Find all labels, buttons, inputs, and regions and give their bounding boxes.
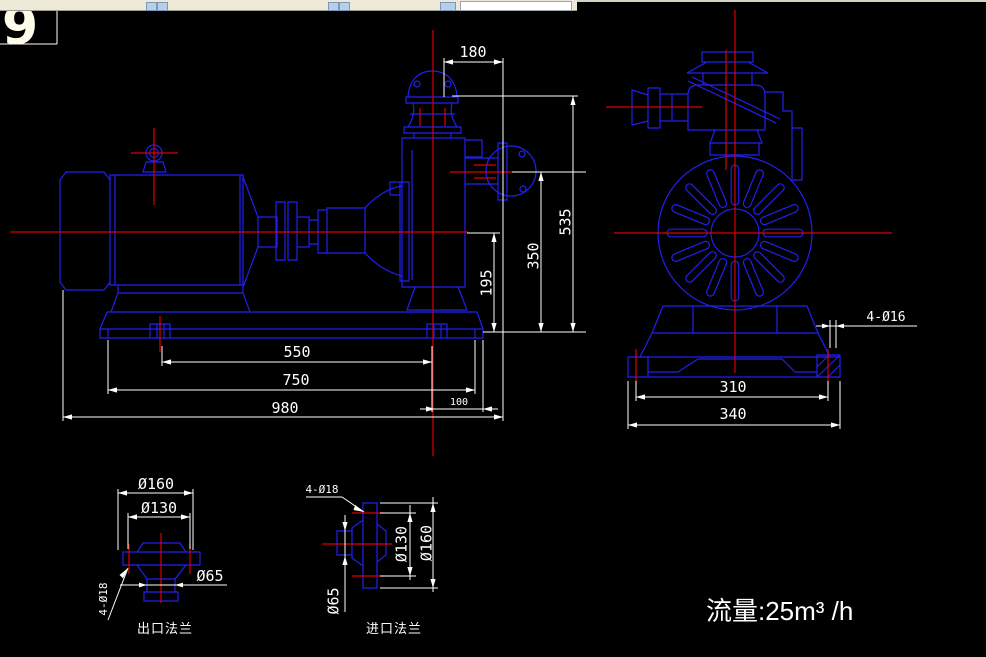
outlet-bolt-right — [445, 81, 451, 87]
toolbar-button-fragment[interactable] — [157, 2, 168, 11]
fan-vent-slot — [705, 169, 727, 209]
front-view-dimension-lines — [628, 320, 917, 429]
fan-vent-slot — [752, 250, 786, 284]
dim-980: 980 — [271, 399, 298, 417]
fan-vent-slot — [684, 250, 718, 284]
side-view-geometry — [60, 71, 507, 338]
fan-vent-slot — [742, 169, 764, 209]
fan-vent-slot — [671, 203, 711, 225]
fan-vent-slot — [671, 240, 711, 262]
fan-vent-slot — [759, 240, 799, 262]
front-view-centerlines — [606, 10, 892, 381]
cad-viewport: 9 180 550 750 980 100 195 350 535 — [0, 0, 986, 657]
side-view-dimension-arrows — [63, 59, 576, 419]
pump-specs: 流量:25m³ /h 扬程:32m 电机功率： 5. 5kW-2P 电机转速： … — [706, 516, 964, 657]
side-view-centerlines — [10, 30, 512, 456]
dim-350: 350 — [525, 242, 543, 269]
inlet-dim-bc: Ø130 — [393, 526, 411, 562]
inlet-flange-caption: 进口法兰 — [366, 621, 422, 636]
dim-535: 535 — [557, 208, 575, 235]
dim-195: 195 — [478, 269, 496, 296]
fan-vent-slot — [705, 257, 727, 297]
inlet-bolt-bottom — [520, 186, 526, 192]
inlet-dim-od: Ø160 — [418, 525, 436, 561]
fan-vent-slot — [684, 182, 718, 216]
outlet-dim-bc: Ø130 — [141, 499, 177, 517]
outlet-flange-caption: 出口法兰 — [137, 621, 193, 636]
dim-340: 340 — [719, 405, 746, 423]
outlet-dim-holes: 4-Ø18 — [97, 582, 110, 615]
fan-vent-slot — [752, 182, 786, 216]
fan-vent-slot — [742, 257, 764, 297]
front-view: 310 340 4-Ø16 — [606, 10, 917, 429]
inlet-bolt-top — [519, 151, 525, 157]
dim-750: 750 — [282, 371, 309, 389]
spec-flow-rate: 流量:25m³ /h — [706, 592, 964, 630]
inlet-flange-centerlines — [322, 513, 392, 576]
outlet-dim-od: Ø160 — [138, 475, 174, 493]
inlet-dim-holes: 4-Ø18 — [305, 483, 338, 496]
outlet-flange-detail: Ø160 Ø130 Ø65 4-Ø18 出口法兰 — [97, 475, 227, 636]
dim-310: 310 — [719, 378, 746, 396]
inlet-flange-disc — [486, 146, 536, 196]
inlet-flange-geometry — [337, 503, 386, 588]
side-view: 180 550 750 980 100 195 350 535 — [0, 10, 586, 456]
dim-foot-holes: 4-Ø16 — [866, 310, 905, 325]
inlet-flange-detail: 4-Ø18 Ø130 Ø160 Ø65 进口法兰 — [305, 483, 438, 636]
toolbar-input-fragment[interactable] — [460, 1, 572, 11]
toolbar-button-fragment[interactable] — [146, 2, 157, 11]
dim-100: 100 — [450, 397, 468, 408]
toolbar-sliver[interactable] — [0, 0, 577, 11]
dim-180: 180 — [459, 43, 486, 61]
outlet-dim-bore: Ø65 — [196, 567, 223, 585]
dim-550: 550 — [283, 343, 310, 361]
toolbar-button-fragment[interactable] — [339, 2, 350, 11]
outlet-bolt-left — [414, 81, 420, 87]
toolbar-button-fragment[interactable] — [440, 2, 456, 11]
fan-vent-slot — [759, 203, 799, 225]
inlet-dim-bore: Ø65 — [325, 587, 343, 614]
toolbar-button-fragment[interactable] — [328, 2, 339, 11]
